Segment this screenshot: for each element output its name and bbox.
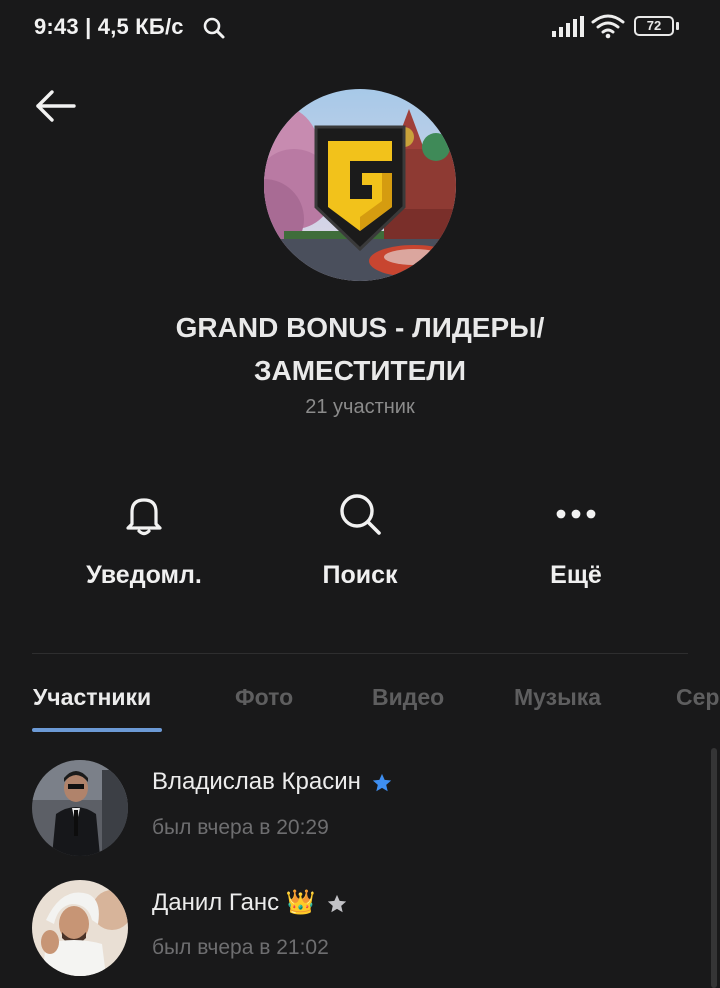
search-label: Поиск [322, 561, 398, 589]
tab-music[interactable]: Музыка [514, 684, 601, 711]
signal-icon [552, 16, 584, 37]
search-button[interactable]: Поиск [260, 490, 460, 590]
search-icon [340, 494, 381, 535]
crown-emoji: 👑 [285, 889, 316, 916]
scrollbar[interactable] [711, 748, 717, 988]
member-name: Владислав Красин [152, 768, 393, 796]
tab-videos[interactable]: Видео [372, 684, 444, 711]
tab-photos[interactable]: Фото [235, 684, 293, 711]
member-row[interactable]: Владислав Красин был вчера в 20:29 [0, 760, 700, 860]
member-row[interactable]: Данил Ганс 👑 был вчера в 21:02 [0, 880, 700, 980]
bell-icon [126, 498, 162, 536]
avatar [32, 760, 128, 856]
last-seen: был вчера в 20:29 [152, 816, 329, 839]
divider [32, 653, 688, 654]
search-icon [203, 17, 225, 39]
group-title: GRAND BONUS - ЛИДЕРЫ/ ЗАМЕСТИТЕЛИ [175, 312, 545, 386]
tab-members[interactable]: Участники [33, 684, 151, 711]
battery-nub [676, 22, 679, 30]
last-seen: был вчера в 21:02 [152, 936, 329, 959]
group-avatar[interactable] [264, 89, 456, 281]
tab-services[interactable]: Сер [676, 684, 719, 711]
back-arrow-icon[interactable] [34, 86, 78, 126]
member-name: Данил Ганс 👑 [152, 888, 348, 917]
member-count: 21 участник [305, 396, 415, 418]
more-dots-icon [556, 509, 596, 519]
status-time-speed: 9:43 | 4,5 КБ/с [34, 14, 184, 39]
star-icon [327, 894, 346, 912]
active-tab-indicator [32, 728, 162, 732]
wifi-icon [591, 14, 625, 39]
status-bar: 9:43 | 4,5 КБ/с 72 [0, 0, 720, 56]
avatar [32, 880, 128, 976]
star-icon [372, 773, 392, 791]
notifications-label: Уведомл. [86, 561, 202, 589]
battery-level: 72 [646, 18, 662, 33]
more-label: Ещё [550, 561, 602, 589]
tab-bar: Участники Фото Видео Музыка Сер [0, 684, 720, 734]
notifications-button[interactable]: Уведомл. [44, 490, 244, 590]
more-button[interactable]: Ещё [476, 490, 676, 590]
battery-icon: 72 [634, 16, 674, 36]
group-logo-image [264, 89, 456, 281]
